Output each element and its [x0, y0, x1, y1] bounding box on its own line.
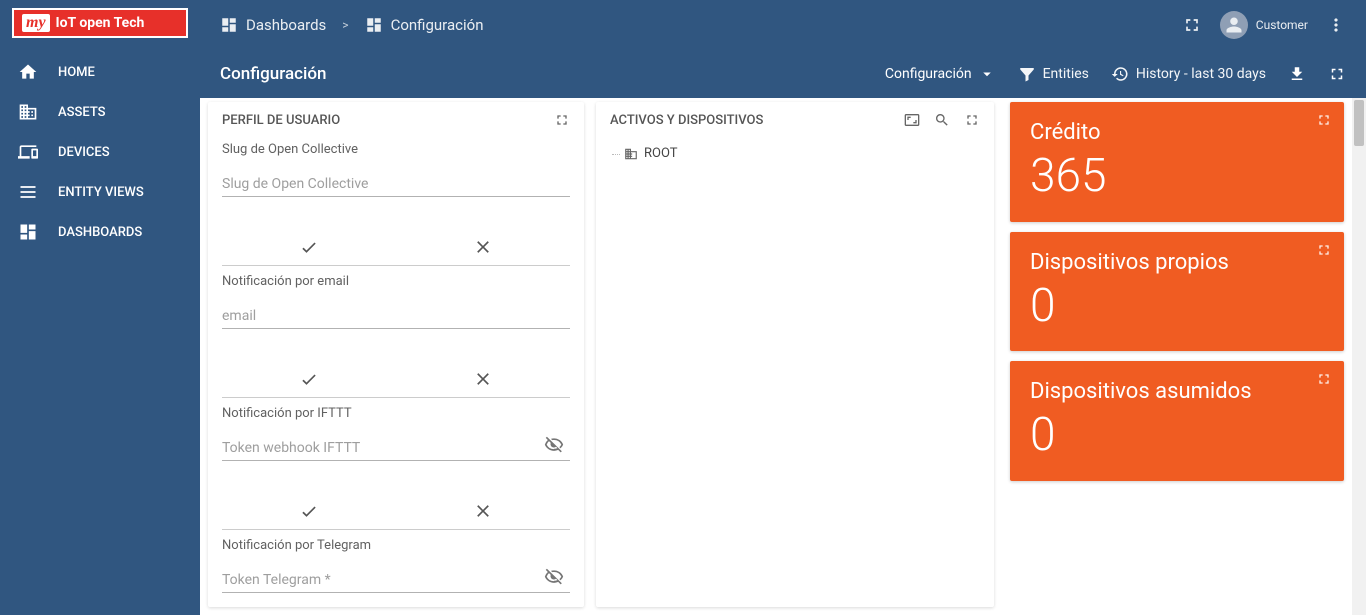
nav-label: HOME — [58, 65, 95, 80]
state-select[interactable]: Configuración — [885, 65, 996, 83]
field-label: Notificación por IFTTT — [222, 406, 570, 421]
entities-label: Entities — [1043, 66, 1089, 82]
fullscreen-icon[interactable] — [554, 112, 570, 128]
profile-input-2[interactable] — [222, 440, 570, 456]
fullscreen-icon[interactable] — [1316, 371, 1332, 387]
breadcrumb-separator: > — [342, 18, 348, 32]
profile-input-3[interactable] — [222, 572, 570, 588]
scrollbar-track[interactable] — [1352, 98, 1366, 615]
logo-text: IoT open Tech — [56, 15, 145, 31]
nav-list: HOME ASSETS DEVICES ENTITY VIEWS DASHBOA… — [0, 46, 200, 252]
aspect-ratio-icon[interactable] — [904, 112, 920, 128]
confirm-button[interactable] — [222, 229, 396, 265]
assets-title: ACTIVOS Y DISPOSITIVOS — [610, 113, 763, 128]
profile-input-0[interactable] — [222, 176, 570, 192]
topbar: Dashboards > Configuración Customer — [200, 0, 1366, 50]
avatar — [1220, 11, 1248, 39]
view-icon — [18, 182, 38, 202]
profile-widget: PERFIL DE USUARIO Slug de Open Collectiv… — [208, 102, 584, 607]
cancel-button[interactable] — [396, 493, 570, 529]
breadcrumb: Dashboards > Configuración — [220, 16, 483, 34]
filter-list-icon — [1018, 65, 1036, 83]
history-label: History - last 30 days — [1136, 66, 1266, 82]
field-label: Notificación por email — [222, 274, 570, 289]
fullscreen-icon[interactable] — [1316, 242, 1332, 258]
page-title: Configuración — [220, 64, 326, 84]
dashboard-icon — [220, 16, 238, 34]
stat-title: Dispositivos asumidos — [1030, 379, 1324, 404]
profile-input-1[interactable] — [222, 308, 570, 324]
visibility-off-icon[interactable] — [544, 567, 564, 587]
history-button[interactable]: History - last 30 days — [1111, 65, 1266, 83]
visibility-off-icon[interactable] — [544, 435, 564, 455]
assets-widget: ACTIVOS Y DISPOSITIVOS ROOT — [596, 102, 994, 607]
stats-column: Crédito365Dispositivos propios0Dispositi… — [1010, 102, 1344, 607]
stat-value: 365 — [1030, 151, 1324, 202]
stat-card-1: Dispositivos propios 0 — [1010, 232, 1344, 352]
devices-icon — [18, 142, 38, 162]
stat-value: 0 — [1030, 281, 1324, 332]
more-vert-icon[interactable] — [1326, 15, 1346, 35]
dashboard-icon — [365, 16, 383, 34]
stat-card-2: Dispositivos asumidos 0 — [1010, 361, 1344, 481]
search-icon[interactable] — [934, 112, 950, 128]
fullscreen-icon[interactable] — [964, 112, 980, 128]
home-icon — [18, 62, 38, 82]
stat-card-0: Crédito 365 — [1010, 102, 1344, 222]
subbar: Configuración Configuración Entities His… — [200, 50, 1366, 98]
cancel-button[interactable] — [396, 229, 570, 265]
sidebar-item-assets[interactable]: ASSETS — [0, 92, 200, 132]
nav-label: ASSETS — [58, 105, 106, 120]
profile-title: PERFIL DE USUARIO — [222, 113, 340, 128]
stat-title: Crédito — [1030, 120, 1324, 145]
entities-button[interactable]: Entities — [1018, 65, 1089, 83]
content: PERFIL DE USUARIO Slug de Open Collectiv… — [200, 98, 1366, 615]
user-role: Customer — [1256, 18, 1308, 32]
sidebar-item-entity-views[interactable]: ENTITY VIEWS — [0, 172, 200, 212]
user-chip[interactable]: Customer — [1220, 11, 1308, 39]
breadcrumb-root[interactable]: Dashboards — [220, 16, 326, 34]
fullscreen-icon[interactable] — [1328, 65, 1346, 83]
breadcrumb-current-label: Configuración — [391, 16, 484, 34]
field-label: Notificación por Telegram — [222, 538, 570, 553]
domain-icon — [624, 147, 638, 161]
breadcrumb-root-label: Dashboards — [246, 16, 326, 34]
tree-root[interactable]: ROOT — [610, 142, 980, 165]
sidebar-item-home[interactable]: HOME — [0, 52, 200, 92]
confirm-button[interactable] — [222, 361, 396, 397]
tree-root-label: ROOT — [644, 146, 677, 161]
breadcrumb-current[interactable]: Configuración — [365, 16, 484, 34]
fullscreen-icon[interactable] — [1316, 112, 1332, 128]
state-select-label: Configuración — [885, 66, 972, 82]
dashboard-icon — [18, 222, 38, 242]
nav-label: DASHBOARDS — [58, 225, 142, 240]
chevron-down-icon — [978, 65, 996, 83]
logo-script: my — [22, 14, 50, 32]
download-icon[interactable] — [1288, 65, 1306, 83]
sidebar: my IoT open Tech HOME ASSETS DEVICES ENT… — [0, 0, 200, 615]
nav-label: DEVICES — [58, 145, 110, 160]
history-icon — [1111, 65, 1129, 83]
scrollbar-thumb[interactable] — [1354, 100, 1364, 146]
field-label: Slug de Open Collective — [222, 142, 570, 157]
fullscreen-icon[interactable] — [1182, 15, 1202, 35]
sidebar-item-dashboards[interactable]: DASHBOARDS — [0, 212, 200, 252]
confirm-button[interactable] — [222, 493, 396, 529]
domain-icon — [18, 102, 38, 122]
sidebar-item-devices[interactable]: DEVICES — [0, 132, 200, 172]
stat-value: 0 — [1030, 410, 1324, 461]
cancel-button[interactable] — [396, 361, 570, 397]
nav-label: ENTITY VIEWS — [58, 185, 144, 200]
main: Dashboards > Configuración Customer Conf… — [200, 0, 1366, 615]
stat-title: Dispositivos propios — [1030, 250, 1324, 275]
logo[interactable]: my IoT open Tech — [0, 0, 200, 46]
